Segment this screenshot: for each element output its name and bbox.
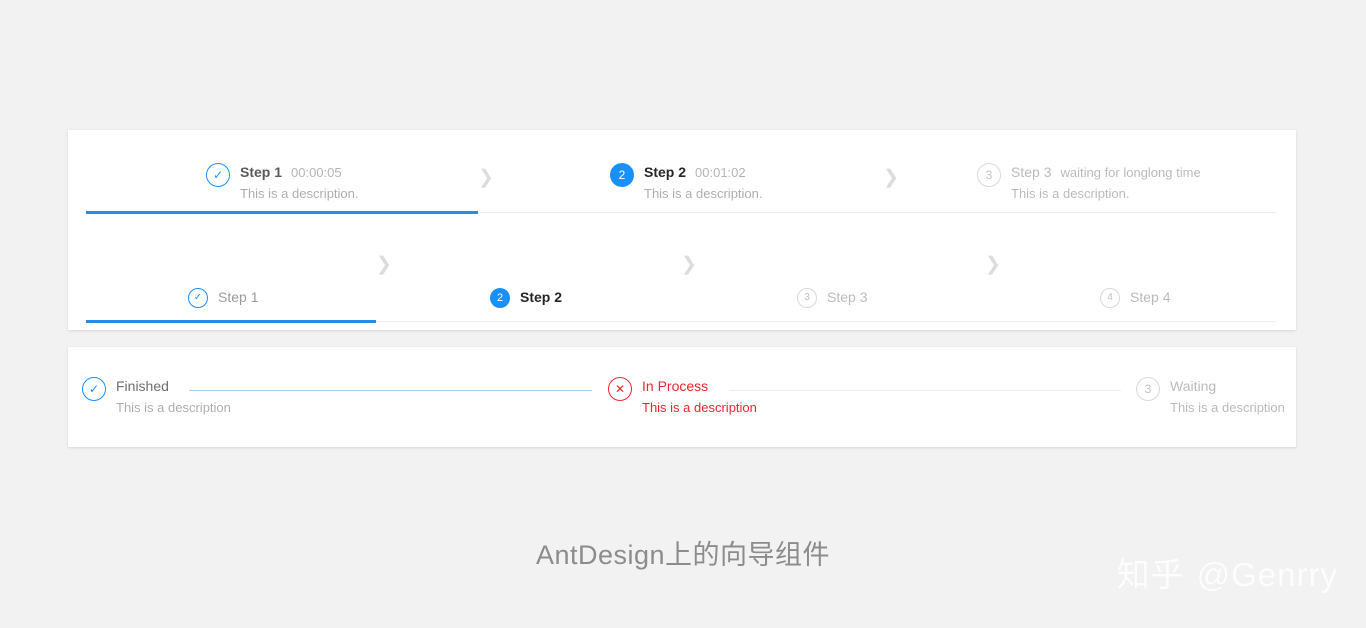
watermark: 知乎 @Genrry [1117, 548, 1338, 596]
step-number-glyph: 3 [985, 168, 993, 182]
step-title: In Process [642, 378, 709, 394]
step-number-glyph: 2 [618, 168, 626, 182]
check-icon: ✓ [82, 377, 106, 401]
step-subtitle: 00:01:02 [695, 165, 746, 180]
step-connector-1 [189, 390, 592, 391]
steps-progress-fill-row2 [86, 320, 376, 323]
step-number-glyph: 3 [1144, 382, 1152, 396]
step-number-glyph: 4 [1107, 292, 1113, 303]
chevron-right-icon: ❯ [883, 166, 899, 188]
step-number-icon: 4 [1100, 288, 1120, 308]
step-description: This is a description [1170, 400, 1285, 415]
watermark-logo: 知乎 [1116, 556, 1185, 593]
step-item-3-row1[interactable]: 3 Step 3 waiting for longlong time This … [977, 163, 1201, 201]
chevron-right-icon: ❯ [681, 253, 697, 275]
chevron-right-icon: ❯ [985, 253, 1001, 275]
step-title-line: Waiting [1170, 378, 1285, 394]
step-title-line: Finished [116, 378, 231, 394]
close-icon: ✕ [608, 377, 632, 401]
step-title-line: Step 1 00:00:05 [240, 164, 359, 180]
step-item-finished[interactable]: ✓ Finished This is a description [82, 377, 231, 415]
watermark-username: @Genrry [1196, 556, 1338, 593]
step-body: In Process This is a description [642, 377, 757, 415]
step-body: Step 4 [1130, 288, 1170, 307]
step-item-4-row2[interactable]: 4 Step 4 [1100, 288, 1170, 308]
step-title-line: Step 3 waiting for longlong time [1011, 164, 1201, 180]
step-number-icon: 3 [1136, 377, 1160, 401]
steps-progress-fill-row1 [86, 211, 478, 214]
step-item-1-row2[interactable]: ✓ Step 1 [188, 288, 258, 308]
step-subtitle: 00:00:05 [291, 165, 342, 180]
step-title: Step 2 [644, 164, 687, 180]
step-description: This is a description. [1011, 186, 1130, 201]
step-number-glyph: 2 [496, 291, 504, 304]
step-number-icon: 2 [610, 163, 634, 187]
step-title: Step 2 [520, 289, 563, 305]
chevron-right-icon: ❯ [376, 253, 392, 275]
step-connector-2 [729, 390, 1121, 391]
step-title: Finished [116, 378, 169, 394]
step-title-line: In Process [642, 378, 757, 394]
step-number-icon: 3 [977, 163, 1001, 187]
chevron-right-icon: ❯ [478, 166, 494, 188]
step-subtitle: waiting for longlong time [1060, 165, 1201, 180]
step-title: Step 1 [240, 164, 283, 180]
step-body: Waiting This is a description [1170, 377, 1285, 415]
step-item-2-row2[interactable]: 2 Step 2 [490, 288, 562, 308]
check-icon: ✓ [206, 163, 230, 187]
step-body: Step 1 [218, 288, 258, 307]
step-body: Step 3 [827, 288, 867, 307]
step-description: This is a description. [644, 186, 763, 201]
step-body: Step 3 waiting for longlong time This is… [1011, 163, 1201, 201]
step-title: Step 3 [827, 289, 868, 305]
step-title: Step 4 [1130, 289, 1171, 305]
step-number-glyph: 3 [804, 292, 810, 303]
step-body: Step 2 00:01:02 This is a description. [644, 163, 763, 201]
step-description: This is a description [642, 400, 757, 415]
close-glyph: ✕ [614, 382, 626, 396]
step-number-icon: 2 [490, 288, 510, 308]
step-body: Step 1 00:00:05 This is a description. [240, 163, 359, 201]
step-title-line: Step 2 00:01:02 [644, 164, 763, 180]
step-body: Step 2 [520, 288, 562, 307]
check-icon: ✓ [188, 288, 208, 308]
check-glyph: ✓ [193, 292, 203, 303]
check-glyph: ✓ [212, 168, 224, 182]
step-title: Step 1 [218, 289, 259, 305]
step-body: Finished This is a description [116, 377, 231, 415]
step-description: This is a description. [240, 186, 359, 201]
step-item-1-row1[interactable]: ✓ Step 1 00:00:05 This is a description. [206, 163, 359, 201]
check-glyph: ✓ [88, 382, 100, 396]
step-item-waiting[interactable]: 3 Waiting This is a description [1136, 377, 1285, 415]
step-item-3-row2[interactable]: 3 Step 3 [797, 288, 867, 308]
step-description: This is a description [116, 400, 231, 415]
step-title: Step 3 [1011, 164, 1052, 180]
step-title: Waiting [1170, 378, 1217, 394]
step-item-in-process[interactable]: ✕ In Process This is a description [608, 377, 757, 415]
step-item-2-row1[interactable]: 2 Step 2 00:01:02 This is a description. [610, 163, 763, 201]
step-number-icon: 3 [797, 288, 817, 308]
